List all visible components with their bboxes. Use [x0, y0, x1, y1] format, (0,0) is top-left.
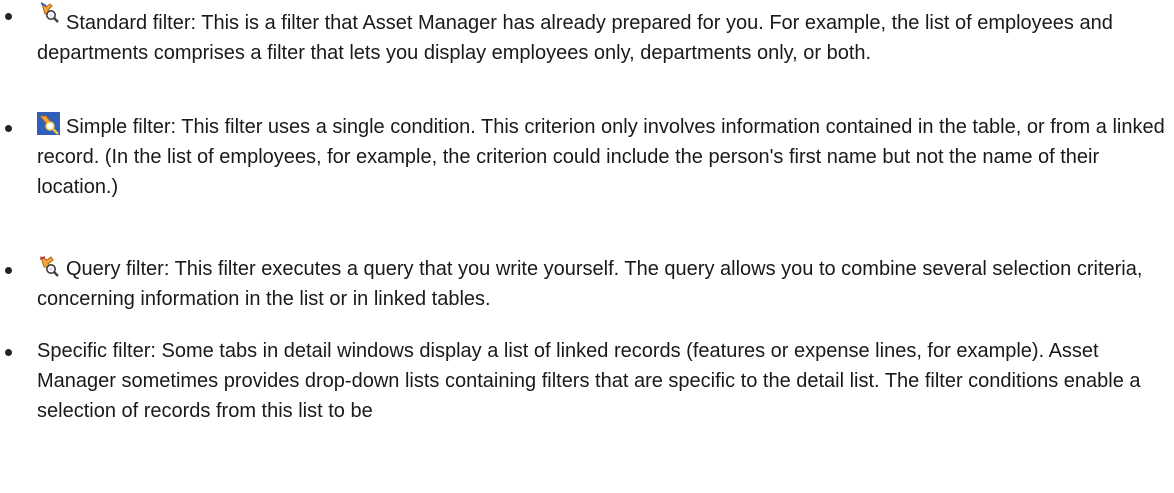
simple-filter-description: : This filter uses a single condition. T…: [37, 116, 1165, 198]
query-filter-icon: [37, 254, 60, 277]
query-filter-description: : This filter executes a query that you …: [37, 258, 1143, 310]
standard-filter-title: Standard filter: [66, 12, 191, 34]
bullet-point: [5, 267, 12, 274]
bullet-point: [5, 13, 12, 20]
simple-filter-title: Simple filter: [66, 116, 171, 138]
standard-filter-icon: [37, 0, 60, 23]
simple-filter-icon: [37, 112, 60, 135]
specific-filter-title: Specific filter: [37, 340, 151, 362]
list-item-text: Specific filter: Some tabs in detail win…: [37, 336, 1168, 426]
query-filter-title: Query filter: [66, 258, 164, 280]
list-item-text: Standard filter: This is a filter that A…: [37, 0, 1168, 68]
bullet-point: [5, 349, 12, 356]
list-item-text: Query filter: This filter executes a que…: [37, 254, 1168, 314]
bullet-point: [5, 125, 12, 132]
specific-filter-description: : Some tabs in detail windows display a …: [37, 340, 1141, 422]
standard-filter-description: : This is a filter that Asset Manager ha…: [37, 12, 1113, 64]
list-item-text: Simple filter: This filter uses a single…: [37, 112, 1168, 202]
